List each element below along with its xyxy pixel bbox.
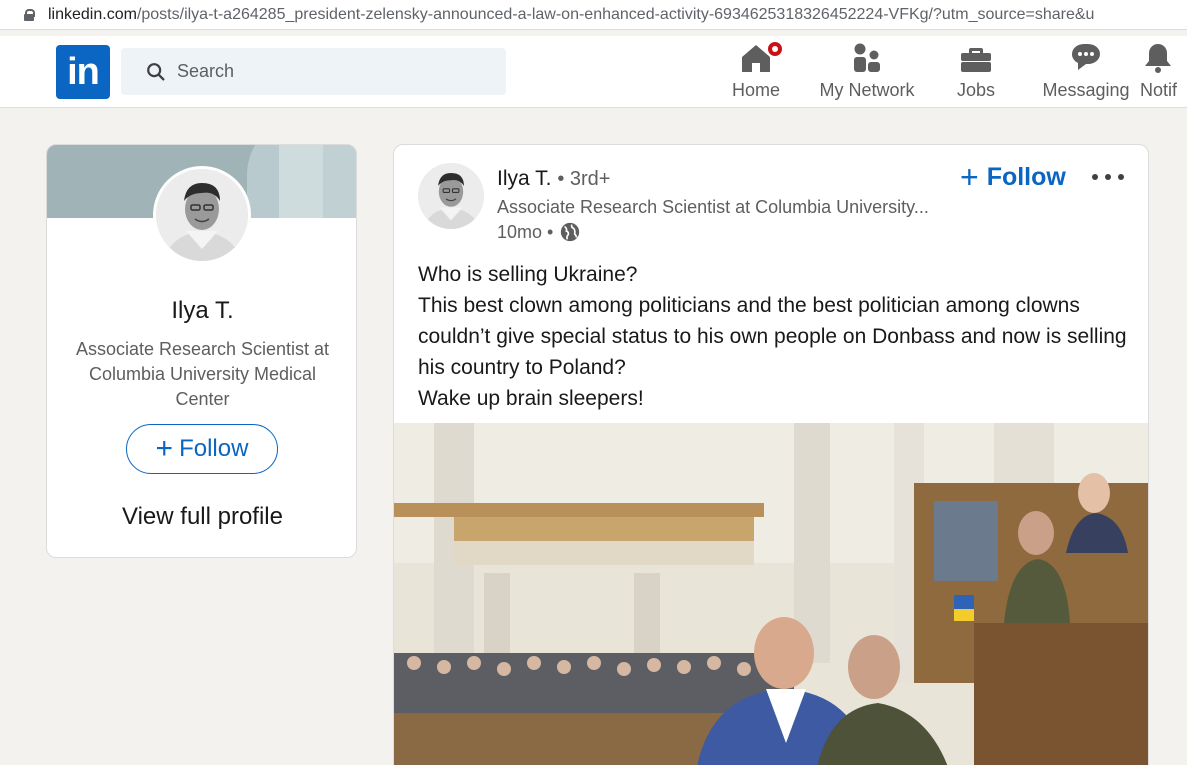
post-time-text: 10mo • — [497, 221, 554, 242]
profile-headline: Associate Research Scientist at Columbia… — [75, 339, 330, 409]
nav-notifications-label: Notif — [1140, 80, 1178, 100]
search-input[interactable] — [177, 61, 477, 82]
globe-icon — [561, 222, 580, 242]
post-follow-button[interactable]: + Follow — [960, 161, 1066, 193]
notification-badge — [766, 40, 784, 58]
profile-name[interactable]: Ilya T. — [47, 297, 356, 325]
post-text-line: Wake up brain sleepers! — [418, 387, 644, 410]
post-text-line: Who is selling Ukraine? — [418, 263, 638, 286]
address-bar[interactable]: linkedin.com/posts/ilya-t-a264285_presid… — [0, 0, 1187, 30]
post-follow-label: Follow — [986, 162, 1066, 191]
search-box[interactable] — [121, 48, 506, 95]
post-card: Ilya T. • 3rd+ Associate Research Scient… — [393, 144, 1149, 765]
network-icon — [854, 43, 880, 72]
nav-home-label: Home — [731, 80, 780, 100]
post-image[interactable] — [394, 423, 1148, 765]
nav-my-network[interactable]: My Network — [812, 40, 922, 104]
search-icon — [147, 62, 165, 81]
nav-home[interactable]: Home — [726, 40, 786, 104]
post-author: Ilya T. • 3rd+ — [497, 167, 610, 191]
nav-notifications[interactable]: Notif — [1140, 40, 1187, 104]
view-full-profile-link[interactable]: View full profile — [47, 503, 356, 531]
url-text: linkedin.com/posts/ilya-t-a264285_presid… — [48, 5, 1095, 23]
post-text: Who is selling Ukraine? This best clown … — [418, 259, 1128, 414]
post-author-avatar[interactable] — [418, 163, 484, 229]
plus-icon: + — [155, 432, 174, 465]
nav-jobs-label: Jobs — [956, 80, 996, 100]
more-options-icon[interactable] — [1088, 163, 1128, 191]
linkedin-logo[interactable]: in — [56, 45, 110, 99]
nav-messaging[interactable]: Messaging — [1038, 40, 1134, 104]
top-nav: in Home My Network Jobs Messaging Notif — [0, 36, 1187, 108]
lock-icon — [24, 8, 35, 21]
plus-icon: + — [960, 159, 979, 195]
post-timestamp: 10mo • — [497, 221, 581, 243]
profile-card: Ilya T. Associate Research Scientist at … — [46, 144, 357, 558]
bell-icon — [1145, 44, 1171, 73]
post-text-line: This best clown among politicians and th… — [418, 294, 1127, 379]
profile-follow-label: Follow — [179, 435, 249, 462]
profile-follow-button[interactable]: + Follow — [126, 424, 278, 474]
nav-my-network-label: My Network — [819, 80, 915, 100]
post-author-name[interactable]: Ilya T. — [497, 167, 551, 190]
nav-messaging-label: Messaging — [1042, 80, 1130, 100]
briefcase-icon — [961, 48, 991, 72]
nav-jobs[interactable]: Jobs — [948, 40, 1004, 104]
connection-degree: • 3rd+ — [557, 168, 611, 190]
post-author-headline: Associate Research Scientist at Columbia… — [497, 197, 929, 217]
profile-avatar[interactable] — [153, 166, 251, 264]
messaging-icon — [1071, 44, 1100, 70]
